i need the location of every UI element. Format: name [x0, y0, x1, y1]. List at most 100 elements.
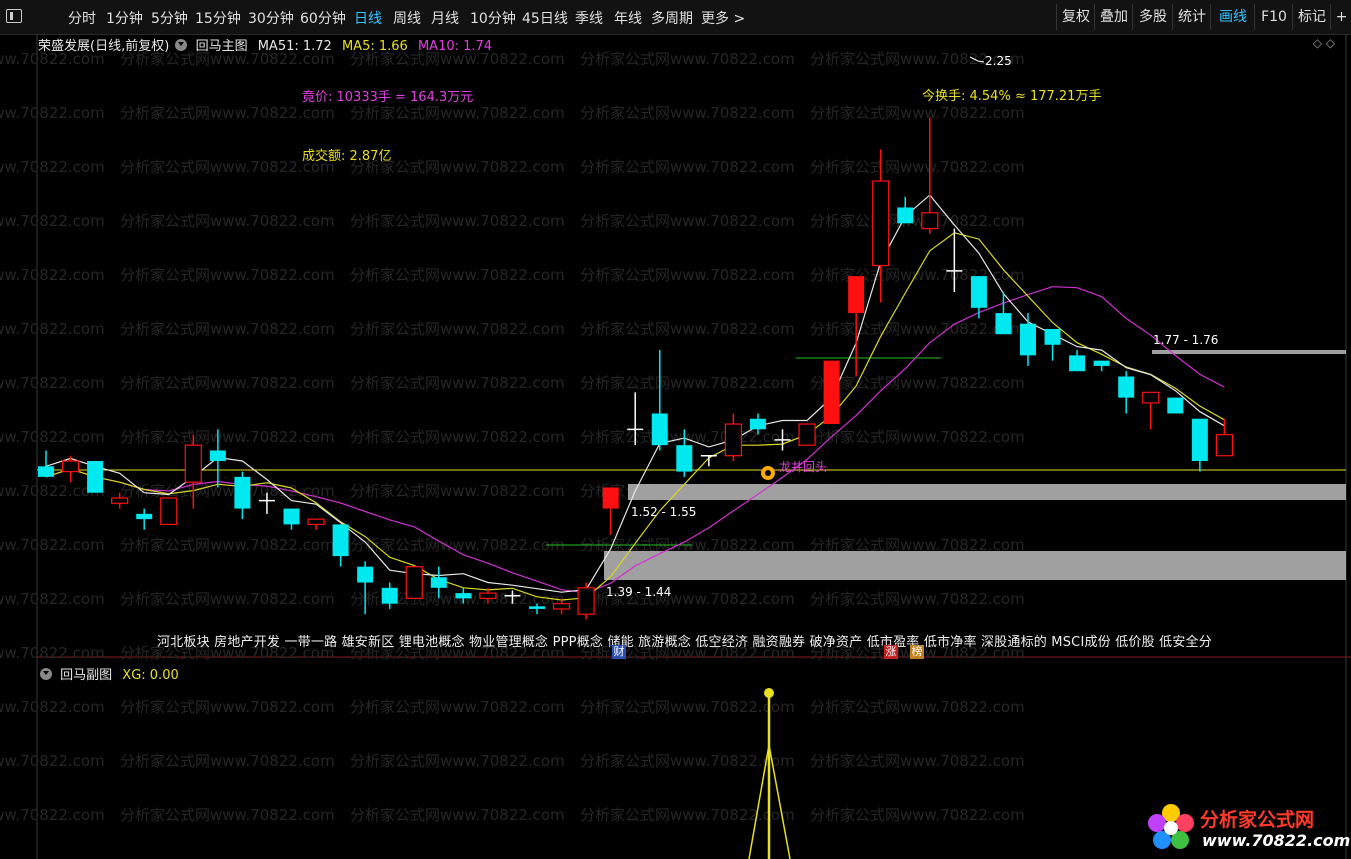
period-tab-0[interactable]: 分时 — [68, 8, 96, 28]
toolbar-button-3[interactable]: 统计 — [1172, 4, 1211, 30]
toolbar-button-4[interactable]: 画线 — [1210, 4, 1255, 30]
flower-logo-icon — [1148, 804, 1194, 849]
toolbar-button-7[interactable]: + — [1330, 4, 1351, 30]
support-band-lower — [604, 551, 1346, 580]
candle-body — [479, 592, 497, 599]
candle-body — [332, 524, 349, 557]
indicator-dropdown-icon[interactable] — [175, 39, 188, 51]
watermark-text: 分析家公式网www.70822.com — [120, 752, 335, 770]
watermark-text: 分析家公式网www.70822.com — [0, 374, 105, 392]
period-tab-11[interactable]: 季线 — [575, 8, 603, 28]
period-tab-10[interactable]: 45日线 — [522, 8, 568, 28]
watermark-text: 分析家公式网www.70822.com — [0, 266, 105, 284]
chart-options-icon[interactable]: ◇ ◇ — [1313, 36, 1335, 50]
sub-indicator-name[interactable]: 回马副图 — [60, 668, 112, 683]
period-tab-9[interactable]: 10分钟 — [470, 8, 516, 28]
watermark-text: 分析家公式网www.70822.com — [580, 212, 795, 230]
candle-body — [307, 518, 325, 526]
watermark-text: 分析家公式网www.70822.com — [580, 698, 795, 716]
watermark-text: 分析家公式网www.70822.com — [350, 806, 565, 824]
period-tab-8[interactable]: 月线 — [431, 8, 459, 28]
watermark-text: 分析家公式网www.70822.com — [810, 158, 1025, 176]
finance-badge[interactable]: 财 — [612, 645, 626, 659]
watermark-text: 分析家公式网www.70822.com — [120, 320, 335, 338]
auction-label: 竟价: 10333手 = 164.3万元 — [302, 90, 474, 105]
candle-body — [61, 460, 80, 473]
watermark-text: 分析家公式网www.70822.com — [580, 806, 795, 824]
toolbar-button-0[interactable]: 复权 — [1056, 4, 1095, 30]
period-tab-1[interactable]: 1分钟 — [106, 8, 143, 28]
watermark-text: 分析家公式网www.70822.com — [580, 374, 795, 392]
watermark-text: 分析家公式网www.70822.com — [0, 104, 105, 122]
watermark-text: 分析家公式网www.70822.com — [810, 806, 1025, 824]
watermark-text: 分析家公式网www.70822.com — [0, 590, 105, 608]
support2-label: 1.39 - 1.44 — [606, 585, 672, 599]
candle-body — [1093, 360, 1110, 366]
watermark-text: 分析家公式网www.70822.com — [350, 482, 565, 500]
watermark-text: 分析家公式网www.70822.com — [120, 428, 335, 446]
rank-badge[interactable]: 榜 — [910, 645, 924, 659]
candle-body — [111, 497, 129, 504]
watermark-text: 分析家公式网www.70822.com — [0, 806, 105, 824]
period-tab-6[interactable]: 日线 — [354, 8, 382, 28]
candle-body — [676, 445, 693, 472]
candle-body — [552, 603, 571, 610]
watermark-text: 分析家公式网www.70822.com — [120, 104, 335, 122]
candle-body — [602, 487, 619, 509]
stock-name: 荣盛发展(日线,前复权) — [38, 39, 170, 54]
period-tab-14[interactable]: 更多 > — [701, 8, 745, 28]
candle-body — [1191, 418, 1208, 462]
support1-label: 1.52 - 1.55 — [631, 505, 697, 519]
watermark-text: 分析家公式网www.70822.com — [350, 698, 565, 716]
watermark-text: 分析家公式网www.70822.com — [810, 428, 1025, 446]
resistance-band — [1152, 350, 1346, 354]
candle-body — [1069, 355, 1086, 372]
candle-body — [970, 276, 987, 308]
candle-body — [529, 606, 545, 609]
logo-name: 分析家公式网 — [1200, 809, 1315, 831]
toolbar-button-1[interactable]: 叠加 — [1094, 4, 1133, 30]
watermark-text: 分析家公式网www.70822.com — [580, 50, 795, 68]
signal-label: 龙井回头 — [779, 460, 828, 474]
watermark-text: 分析家公式网www.70822.com — [350, 320, 565, 338]
chart-header: 荣盛发展(日线,前复权) 回马主图 MA51: 1.72 MA5: 1.66 M… — [38, 35, 492, 54]
candle-body — [38, 466, 54, 477]
toolbar-button-2[interactable]: 多股 — [1132, 4, 1173, 30]
candle-body — [1020, 323, 1036, 356]
candlestick-chart[interactable]: 分析家公式网www.70822.com 分析家公式网www.70822.com 分析… — [0, 34, 1351, 859]
toolbar-button-6[interactable]: 标记 — [1292, 4, 1331, 30]
period-tab-3[interactable]: 15分钟 — [195, 8, 241, 28]
period-tab-5[interactable]: 60分钟 — [300, 8, 346, 28]
watermark-text: 分析家公式网www.70822.com — [810, 374, 1025, 392]
period-tab-12[interactable]: 年线 — [614, 8, 642, 28]
concept-tags: 河北板块 房地产开发 一带一路 雄安新区 锂电池概念 物业管理概念 PPP概念 … — [157, 635, 1212, 650]
period-tab-2[interactable]: 5分钟 — [151, 8, 188, 28]
xg-value: XG: 0.00 — [122, 668, 179, 683]
candle-body — [1044, 328, 1061, 345]
indicator-name[interactable]: 回马主图 — [196, 39, 248, 54]
candle-body — [184, 444, 202, 483]
candle-body — [577, 587, 595, 615]
watermark-text: 分析家公式网www.70822.com — [120, 374, 335, 392]
period-tab-7[interactable]: 周线 — [393, 8, 421, 28]
watermark-text: 分析家公式网www.70822.com — [580, 320, 795, 338]
candle-body — [749, 418, 766, 430]
watermark-text: 分析家公式网www.70822.com — [350, 104, 565, 122]
watermark-text: 分析家公式网www.70822.com — [0, 320, 105, 338]
watermark-text: 分析家公式网www.70822.com — [350, 374, 565, 392]
candle-body — [798, 423, 816, 446]
limit-up-badge[interactable]: 涨 — [884, 645, 898, 659]
watermark-text: 分析家公式网www.70822.com — [350, 752, 565, 770]
period-toolbar: 分时 1分钟 5分钟 15分钟 30分钟 60分钟 日线 周线 月线 10分钟 45日线 季线 年线 多周… — [0, 0, 1351, 35]
sidebar-toggle-icon[interactable] — [6, 9, 22, 23]
watermark-text: 分析家公式网www.70822.com — [580, 752, 795, 770]
watermark-text: 分析家公式网www.70822.com — [0, 158, 105, 176]
sub-indicator-dropdown-icon[interactable] — [40, 668, 52, 680]
candle-body — [1215, 434, 1234, 457]
logo-url: www.70822.com — [1202, 831, 1351, 850]
toolbar-button-5[interactable]: F10 — [1254, 4, 1293, 30]
candle-body — [283, 508, 300, 525]
period-tab-13[interactable]: 多周期 — [651, 8, 693, 28]
watermark-text: 分析家公式网www.70822.com — [120, 536, 335, 554]
period-tab-4[interactable]: 30分钟 — [248, 8, 294, 28]
